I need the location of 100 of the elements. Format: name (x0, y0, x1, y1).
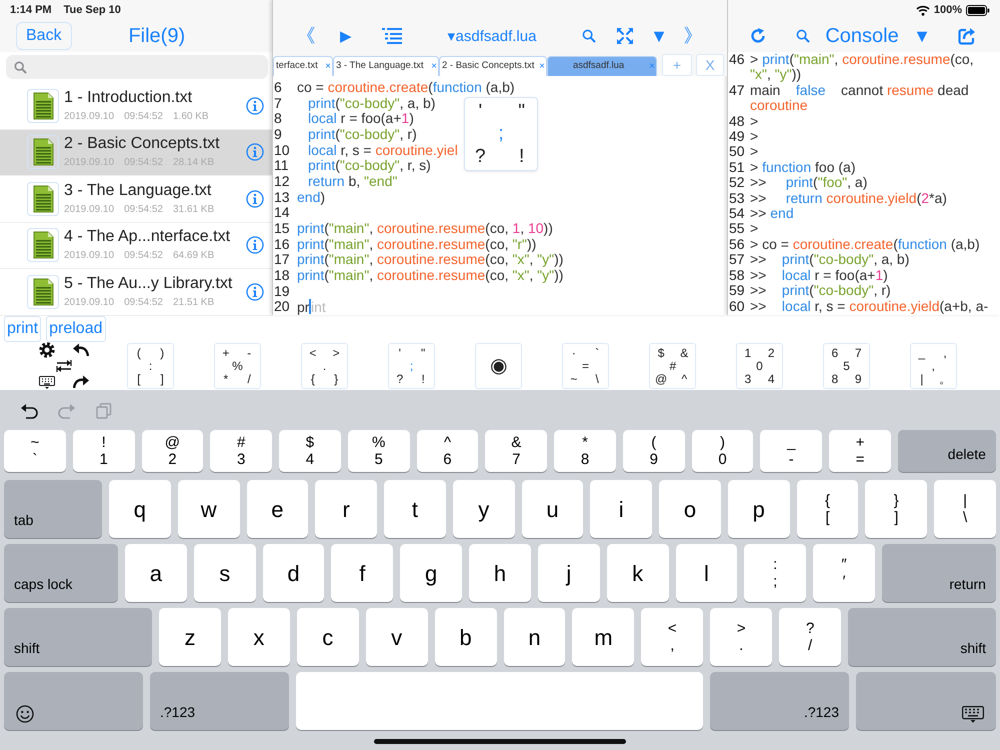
settings-icon[interactable] (38, 342, 54, 358)
letter-key[interactable]: o (659, 480, 721, 538)
info-icon[interactable] (246, 143, 264, 162)
letter-key[interactable]: m (572, 608, 634, 666)
refresh-icon[interactable] (750, 28, 766, 44)
caps-lock-key[interactable]: caps lock (4, 544, 118, 602)
file-row[interactable]: 3 - The Language.txt 2019.09.10 09:54:52 31.61 KB (0, 176, 272, 222)
editor-tab[interactable]: asdfsadf.lua × (547, 56, 657, 76)
letter-key[interactable]: q (109, 480, 171, 538)
symbol-key[interactable]: & 7 (485, 430, 548, 472)
symbol-key[interactable]: * 8 (554, 430, 616, 472)
file-row[interactable]: 4 - The Ap...nterface.txt 2019.09.10 09:54:52 64.69 KB (0, 222, 272, 269)
letter-key[interactable]: g (400, 544, 462, 602)
symbol-key[interactable]: < > . { } (301, 343, 348, 389)
tab-label[interactable]: terface.txt (276, 59, 318, 74)
info-icon[interactable] (246, 282, 264, 301)
letter-key[interactable]: k (606, 544, 668, 602)
editor-tab[interactable]: terface.txt × (273, 56, 333, 76)
symbol-key[interactable]: _ - (760, 430, 822, 472)
next-button[interactable]: 》 (684, 26, 702, 46)
symbol-key[interactable]: + = (829, 430, 891, 472)
tab-label[interactable]: asdfsadf.lua (550, 59, 648, 74)
letter-key[interactable]: p (728, 480, 790, 538)
letter-key[interactable]: f (331, 544, 394, 602)
shift-key[interactable]: shift (848, 608, 996, 666)
letter-key[interactable]: d (262, 544, 324, 602)
tab-close-button[interactable]: × (431, 59, 437, 74)
letter-key[interactable]: x (228, 608, 290, 666)
numbers-key[interactable]: .?123 (710, 672, 849, 730)
previous-button[interactable]: 《 (296, 26, 316, 46)
symbol-key[interactable]: ( 9 (622, 430, 685, 472)
letter-key[interactable]: c (296, 608, 359, 666)
symbol-key[interactable]: % 5 (348, 430, 410, 472)
symbol-key[interactable]: ◉ (475, 343, 522, 389)
keyboard-icon[interactable] (962, 706, 984, 723)
letter-key[interactable]: b (434, 608, 497, 666)
symbol-key[interactable]: 1 2 0 3 4 (736, 343, 783, 389)
symbol-key[interactable]: ~ ` (4, 430, 66, 472)
redo-icon[interactable] (72, 375, 88, 389)
letter-key[interactable]: t (384, 480, 446, 538)
search-icon[interactable] (796, 29, 810, 43)
symbol-key[interactable]: ^ 6 (416, 430, 478, 472)
expand-icon[interactable] (617, 28, 633, 44)
list-icon[interactable] (382, 28, 402, 44)
swap-icon[interactable] (56, 359, 72, 373)
symbol-key[interactable]: ) 0 (692, 430, 754, 472)
letter-key[interactable]: v (366, 608, 428, 666)
symbol-key[interactable]: _ , , | 。 (910, 343, 957, 389)
letter-key[interactable]: z (159, 608, 221, 666)
letter-key[interactable]: y (452, 480, 515, 538)
undo-icon[interactable] (20, 402, 38, 418)
return-key[interactable]: return (882, 544, 996, 602)
symbol-key[interactable]: 6 7 5 8 9 (823, 343, 870, 389)
tab-key[interactable]: tab (4, 480, 102, 538)
search-field[interactable] (6, 55, 268, 79)
symbol-key[interactable]: { [ (796, 480, 858, 538)
letter-key[interactable]: l (676, 544, 738, 602)
symbol-key[interactable]: > . (710, 608, 772, 666)
tab-label[interactable]: 2 - Basic Concepts.txt (442, 59, 534, 74)
symbol-key[interactable]: : ; (744, 544, 806, 602)
letter-key[interactable]: i (590, 480, 652, 538)
info-icon[interactable] (246, 190, 264, 208)
editor-tab[interactable]: 2 - Basic Concepts.txt × (439, 56, 547, 76)
symbol-key[interactable]: } ] (865, 480, 928, 538)
letter-key[interactable]: h (469, 544, 531, 602)
symbol-key[interactable]: ' " ; ? ! (388, 343, 435, 389)
symbol-key[interactable]: · ` = ~ \ (562, 343, 609, 389)
symbol-key[interactable]: | \ (934, 480, 996, 538)
tab-close-button[interactable]: × (325, 59, 331, 74)
delete-key[interactable]: delete (898, 430, 996, 472)
symbol-key[interactable]: ( ) : [ ] (127, 343, 174, 389)
symbol-key[interactable]: $ 4 (279, 430, 341, 472)
letter-key[interactable]: u (522, 480, 584, 538)
snippet-button[interactable]: preload (46, 316, 106, 342)
symbol-key[interactable]: ? / (779, 608, 842, 666)
letter-key[interactable]: n (504, 608, 566, 666)
letter-key[interactable]: a (125, 544, 187, 602)
letter-key[interactable]: s (194, 544, 256, 602)
undo-icon[interactable] (72, 343, 88, 357)
info-icon[interactable] (246, 96, 264, 115)
share-icon[interactable] (958, 27, 976, 45)
symbol-key[interactable]: # 3 (210, 430, 272, 472)
symbol-key[interactable]: $ & # @ ^ (649, 343, 696, 389)
symbol-key[interactable]: @ 2 (142, 430, 204, 472)
letter-key[interactable]: r (315, 480, 378, 538)
search-icon[interactable] (582, 29, 596, 43)
emoji-icon[interactable] (16, 705, 34, 723)
keyboard-icon[interactable] (38, 376, 54, 388)
shift-key[interactable]: shift (4, 608, 152, 666)
symbol-key[interactable]: < , (641, 608, 704, 666)
editor-tab[interactable]: 3 - The Language.txt × (333, 56, 439, 76)
symbol-key[interactable]: ! 1 (72, 430, 135, 472)
snippet-button[interactable]: print (4, 316, 42, 342)
letter-key[interactable]: j (538, 544, 600, 602)
tab-label[interactable]: 3 - The Language.txt (336, 59, 424, 74)
numbers-key[interactable]: .?123 (150, 672, 289, 730)
letter-key[interactable]: e (246, 480, 308, 538)
tab-close-button[interactable]: × (539, 59, 545, 74)
search-icon[interactable] (14, 60, 27, 74)
letter-key[interactable]: w (178, 480, 240, 538)
